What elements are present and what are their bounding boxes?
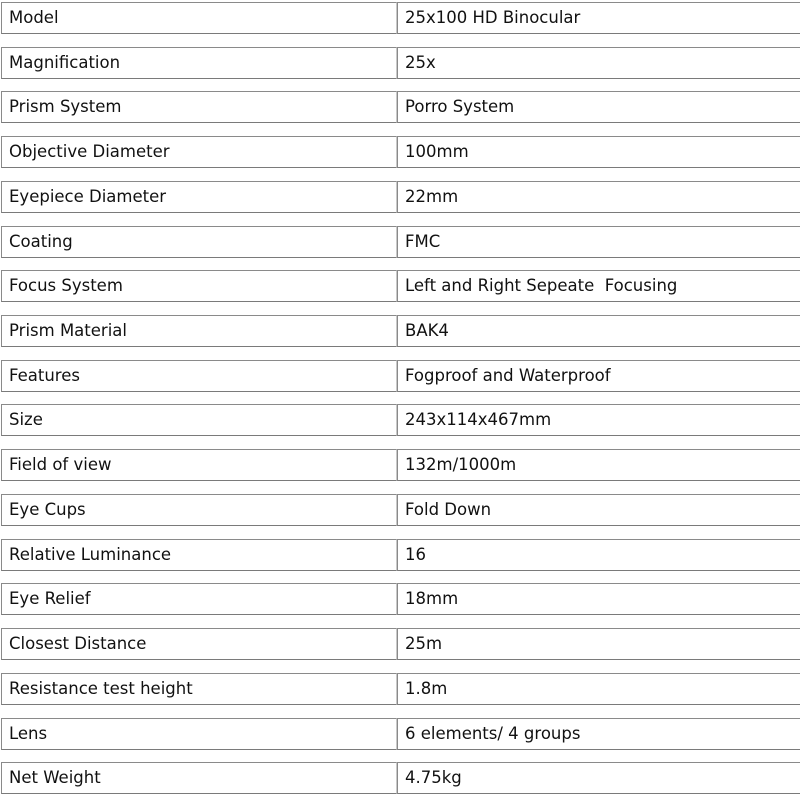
spec-value: 4.75kg <box>397 762 800 795</box>
spec-value: 25m <box>397 628 800 661</box>
spec-value: 6 elements/ 4 groups <box>397 717 800 750</box>
table-row: Size 243x114x467mm <box>0 402 800 447</box>
table-row: Prism Material BAK4 <box>0 313 800 358</box>
spec-label: Objective Diameter <box>1 136 397 169</box>
spec-label: Coating <box>1 225 397 258</box>
table-row: Features Fogproof and Waterproof <box>0 358 800 403</box>
spec-value: 132m/1000m <box>397 449 800 482</box>
spec-value: 22mm <box>397 180 800 213</box>
table-row: Magnification 25x <box>0 45 800 90</box>
spec-label: Size <box>1 404 397 437</box>
spec-label: Net Weight <box>1 762 397 795</box>
spec-value: 18mm <box>397 583 800 616</box>
table-row: Model 25x100 HD Binocular <box>0 0 800 45</box>
spec-label: Prism Material <box>1 315 397 348</box>
spec-label: Model <box>1 2 397 34</box>
table-row: Field of view 132m/1000m <box>0 447 800 492</box>
spec-label: Lens <box>1 717 397 750</box>
spec-value: 16 <box>397 538 800 571</box>
spec-value: 243x114x467mm <box>397 404 800 437</box>
table-row: Eye Relief 18mm <box>0 581 800 626</box>
table-row: Lens 6 elements/ 4 groups <box>0 716 800 761</box>
spec-label: Field of view <box>1 449 397 482</box>
spec-label: Prism System <box>1 91 397 124</box>
table-row: Closest Distance 25m <box>0 626 800 671</box>
table-row: Net Weight 4.75kg <box>0 760 800 805</box>
table-row: Eyepiece Diameter 22mm <box>0 179 800 224</box>
table-row: Relative Luminance 16 <box>0 537 800 582</box>
spec-value: FMC <box>397 225 800 258</box>
spec-value: 25x <box>397 46 800 79</box>
spec-value: Fogproof and Waterproof <box>397 359 800 392</box>
table-row: Coating FMC <box>0 224 800 269</box>
spec-value: Porro System <box>397 91 800 124</box>
spec-label: Closest Distance <box>1 628 397 661</box>
table-row: Eye Cups Fold Down <box>0 492 800 537</box>
spec-label: Eyepiece Diameter <box>1 180 397 213</box>
spec-value: 1.8m <box>397 672 800 705</box>
spec-value: Fold Down <box>397 493 800 526</box>
spec-value: 100mm <box>397 136 800 169</box>
spec-table: Model 25x100 HD Binocular Magnification 25x… <box>0 0 800 805</box>
spec-label: Focus System <box>1 270 397 303</box>
table-row: Objective Diameter 100mm <box>0 134 800 179</box>
spec-label: Resistance test height <box>1 672 397 705</box>
spec-label: Relative Luminance <box>1 538 397 571</box>
table-row: Prism System Porro System <box>0 89 800 134</box>
table-row: Focus System Left and Right Sepeate Focus… <box>0 268 800 313</box>
spec-label: Magnification <box>1 46 397 79</box>
spec-label: Features <box>1 359 397 392</box>
spec-label: Eye Relief <box>1 583 397 616</box>
table-row: Resistance test height 1.8m <box>0 671 800 716</box>
spec-value: BAK4 <box>397 315 800 348</box>
spec-label: Eye Cups <box>1 493 397 526</box>
spec-value: Left and Right Sepeate Focusing <box>397 270 800 303</box>
spec-value: 25x100 HD Binocular <box>397 2 800 34</box>
